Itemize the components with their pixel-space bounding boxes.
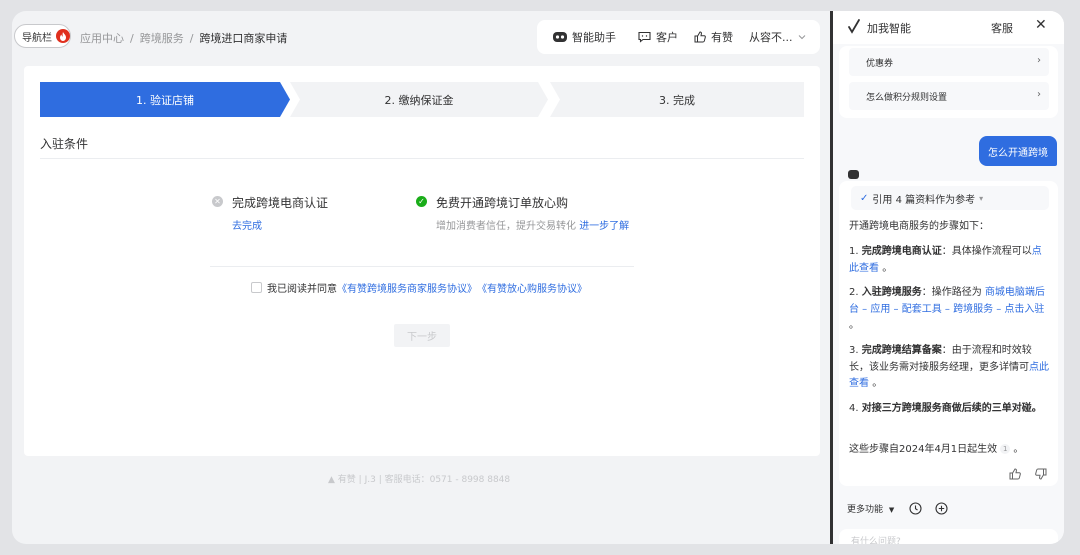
main-card: 1. 验证店铺 2. 缴纳保证金 3. 完成 入驻条件 ✕ 完成跨境电商认证 去… — [24, 66, 820, 456]
footer-version: J.3 — [364, 475, 376, 485]
page-footer: ▲ 有赞 | J.3 | 客服电话：0571 - 8998 8848 — [328, 475, 511, 485]
close-icon[interactable]: ✕ — [1035, 17, 1047, 33]
learn-more-link[interactable]: 进一步了解 — [579, 221, 629, 232]
check-circle-icon: ✓ — [416, 196, 427, 207]
chat-input[interactable]: 有什么问题? — [839, 529, 1058, 544]
quick-question-item[interactable]: 优惠券 › — [849, 48, 1049, 76]
bot-answer: ✓ 引用 4 篇资料作为参考 ▾ 开通跨境电商服务的步骤如下： 1. 完成跨境电… — [839, 181, 1058, 486]
references-label: 引用 4 篇资料作为参考 — [872, 194, 976, 206]
quick-question-item[interactable]: 怎么做积分规则设置 › — [849, 82, 1049, 110]
app-window: 导航栏 应用中心 / 跨境服务 / 跨境进口商家申请 智能助手 客户 有赞 从容不...… — [12, 11, 1064, 544]
guarantee-agreement-link[interactable]: 《有赞放心购服务协议》 — [477, 280, 587, 295]
condition-desc: 增加消费者信任，提升交易转化 进一步了解 — [436, 221, 630, 232]
breadcrumb-item[interactable]: 应用中心 — [80, 32, 124, 45]
next-step-button[interactable]: 下一步 — [394, 324, 450, 347]
quick-question-label: 优惠券 — [866, 58, 894, 69]
footer-brand: 有赞 — [337, 475, 356, 485]
condition-title: 完成跨境电商认证 — [232, 196, 329, 210]
user-message: 怎么开通跨境 — [979, 136, 1057, 166]
breadcrumb: 应用中心 / 跨境服务 / 跨境进口商家申请 — [80, 32, 288, 45]
header-toolbar: 智能助手 客户 有赞 从容不... — [537, 20, 820, 54]
feedback-buttons — [1009, 465, 1047, 484]
robot-icon — [553, 31, 567, 43]
bot-avatar-icon — [848, 170, 859, 179]
thumb-up-icon[interactable] — [1009, 465, 1021, 484]
thumb-down-icon[interactable] — [1035, 465, 1047, 484]
assistant-panel: 加我智能 客服 ✕ 优惠券 › 怎么做积分规则设置 › 怎么开通跨境 ✓ 引用 … — [833, 11, 1064, 544]
step-complete: 3. 完成 — [550, 82, 804, 117]
agreement-row: 我已阅读并同意 《有赞跨境服务商家服务协议》 《有赞放心购服务协议》 — [251, 280, 587, 295]
references-toggle[interactable]: ✓ 引用 4 篇资料作为参考 ▾ — [851, 186, 1049, 210]
agreement-divider — [210, 266, 634, 267]
assistant-logo-icon — [847, 19, 861, 38]
quick-questions: 优惠券 › 怎么做积分规则设置 › — [839, 46, 1058, 118]
section-divider — [40, 158, 804, 159]
new-chat-icon[interactable] — [935, 500, 948, 519]
history-icon[interactable] — [909, 500, 922, 519]
section-title: 入驻条件 — [40, 137, 89, 151]
quick-question-label: 怎么做积分规则设置 — [866, 92, 948, 103]
condition-order-guarantee: ✓ 免费开通跨境订单放心购 增加消费者信任，提升交易转化 进一步了解 — [416, 194, 629, 232]
customer-label: 客户 — [656, 31, 678, 44]
more-features-label: 更多功能 — [847, 505, 884, 515]
step-indicator: 1. 验证店铺 2. 缴纳保证金 3. 完成 — [40, 82, 804, 117]
account-dropdown[interactable]: 从容不... — [749, 29, 806, 45]
check-shield-icon: ✓ — [860, 192, 869, 204]
assistant-header: 加我智能 客服 ✕ — [833, 11, 1064, 44]
account-label: 从容不... — [749, 31, 793, 44]
footer-hotline: 客服电话：0571 - 8998 8848 — [384, 475, 511, 485]
youzan-button[interactable]: 有赞 — [694, 29, 733, 45]
answer-closing: 这些步骤自2024年4月1日起生效 1 。 — [849, 444, 1024, 455]
assistant-toolbar: 更多功能 ▼ 有什么问题? — [833, 496, 1064, 544]
customer-service-button[interactable]: 客服 — [991, 20, 1013, 36]
assistant-button[interactable]: 智能助手 — [553, 29, 616, 45]
youzan-label: 有赞 — [711, 31, 733, 44]
reference-marker[interactable]: 1 — [1000, 444, 1011, 454]
assistant-label: 智能助手 — [572, 31, 616, 44]
breadcrumb-current: 跨境进口商家申请 — [199, 32, 288, 45]
condition-cross-border-cert: ✕ 完成跨境电商认证 去完成 — [212, 194, 328, 232]
agreement-prefix: 我已阅读并同意 — [267, 284, 337, 295]
answer-intro: 开通跨境电商服务的步骤如下： — [849, 221, 989, 232]
chevron-right-icon: › — [1037, 89, 1041, 100]
chevron-down-icon — [798, 34, 806, 40]
nav-label: 导航栏 — [22, 32, 52, 44]
service-agreement-link[interactable]: 《有赞跨境服务商家服务协议》 — [337, 280, 477, 295]
answer-step: 3. 完成跨境结算备案：由于流程和时效较长，该业务需对接服务经理，更多详情可点此… — [849, 345, 1049, 389]
condition-title: 免费开通跨境订单放心购 — [436, 196, 569, 210]
chevron-down-icon: ▾ — [979, 193, 984, 203]
fire-icon — [56, 29, 70, 43]
agreement-checkbox[interactable] — [251, 282, 262, 293]
more-features-button[interactable]: 更多功能 ▼ — [847, 502, 894, 515]
chat-icon — [638, 31, 651, 43]
answer-step: 1. 完成跨境电商认证：具体操作流程可以点此查看 。 — [849, 246, 1042, 274]
caret-down-icon: ▼ — [888, 506, 895, 514]
thumb-up-icon — [694, 31, 706, 43]
answer-step: 2. 入驻跨境服务：操作路径为 商城电脑端后台 – 应用 – 配套工具 – 跨境… — [849, 287, 1045, 331]
x-circle-icon: ✕ — [212, 196, 223, 207]
chevron-right-icon: › — [1037, 55, 1041, 66]
answer-step: 4. 对接三方跨境服务商做后续的三单对碰。 — [849, 403, 1042, 414]
breadcrumb-item[interactable]: 跨境服务 — [140, 32, 184, 45]
step-pay-deposit: 2. 缴纳保证金 — [290, 82, 548, 117]
nav-toggle-button[interactable]: 导航栏 — [14, 24, 71, 48]
assistant-title: 加我智能 — [867, 22, 911, 35]
footer-logo-icon: ▲ — [328, 475, 335, 485]
go-complete-link[interactable]: 去完成 — [232, 217, 328, 232]
step-verify-shop: 1. 验证店铺 — [40, 82, 290, 117]
customer-button[interactable]: 客户 — [638, 29, 678, 45]
